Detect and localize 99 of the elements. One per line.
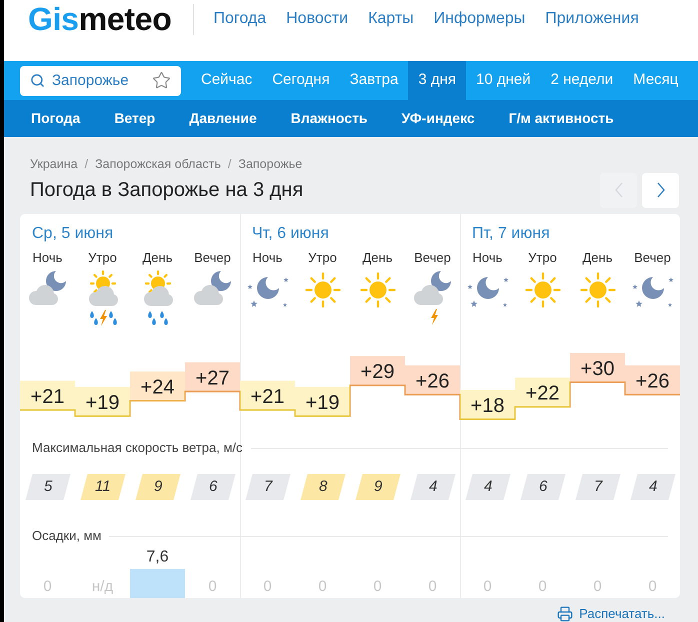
period-label: Утро: [88, 250, 117, 266]
breadcrumb-separator: /: [228, 157, 232, 171]
printer-icon: [557, 606, 574, 622]
precipitation-value: 0: [648, 578, 657, 595]
nav-link[interactable]: Карты: [368, 9, 414, 29]
temperature-bar: [625, 365, 680, 396]
temperature-bar: [75, 386, 130, 417]
subnav-link[interactable]: Влажность: [274, 108, 385, 129]
wind-speed-tile: 9: [355, 474, 400, 500]
logo[interactable]: Gismeteo: [28, 3, 172, 35]
precipitation-value: н/д: [92, 578, 114, 595]
print-link[interactable]: Распечатать...: [557, 606, 665, 622]
period-label: Утро: [528, 250, 557, 266]
forecast-tab[interactable]: Сейчас: [191, 61, 262, 100]
temperature-bar: [295, 386, 350, 417]
precipitation-value: 0: [43, 578, 52, 595]
forecast-tab[interactable]: 2 недели: [540, 61, 624, 100]
wind-speed-tile: 7: [575, 474, 620, 500]
forecast-tab[interactable]: 3 дня: [408, 61, 466, 100]
nav-link[interactable]: Информеры: [434, 9, 526, 29]
temperature-value: +22: [526, 382, 560, 405]
breadcrumb-separator: /: [84, 157, 88, 171]
next-button[interactable]: [642, 172, 679, 208]
precipitation-value: 0: [483, 578, 492, 595]
subnav-link[interactable]: Погода: [14, 108, 98, 129]
temperature-bar: [130, 372, 185, 402]
chevron-left-icon: [614, 182, 622, 198]
precipitation-value: 0: [208, 578, 217, 595]
precipitation-title: Осадки, мм: [32, 528, 102, 544]
wind-speed-title: Максимальная скорость ветра, м/с: [32, 440, 242, 456]
subnav-link[interactable]: Г/м активность: [492, 108, 631, 129]
precipitation-value: 0: [318, 578, 327, 595]
wind-speed-tile: 5: [25, 474, 70, 500]
precipitation-value: 0: [373, 578, 382, 595]
search-field[interactable]: Запорожье: [20, 66, 181, 96]
period-label: Утро: [308, 250, 337, 266]
temperature-value: +26: [636, 370, 670, 392]
temperature-value: +30: [580, 358, 614, 380]
day-date: Чт, 6 июня: [252, 225, 329, 242]
wind-speed-tile: 8: [300, 474, 345, 500]
temperature-value: +21: [30, 386, 64, 408]
star-icon[interactable]: [152, 71, 171, 90]
temperature-bar: [460, 390, 515, 420]
temperature-value: +19: [86, 392, 120, 414]
wind-speed-tile: 4: [630, 474, 675, 500]
page-title: Погода в Запорожье на 3 дня: [30, 178, 304, 202]
temperature-value: +18: [470, 395, 504, 417]
wind-speed-tile: 6: [190, 474, 235, 500]
breadcrumb-link[interactable]: Украина: [30, 157, 78, 171]
temperature-bar: [185, 362, 240, 392]
day-date: Пт, 7 июня: [472, 225, 550, 242]
temperature-bar: [20, 380, 75, 411]
period-label: Вечер: [194, 250, 231, 266]
precipitation-value: 0: [538, 578, 547, 595]
period-label: Вечер: [634, 250, 671, 266]
forecast-tab[interactable]: Месяц: [623, 61, 688, 100]
day-date: Ср, 5 июня: [32, 225, 114, 242]
wind-speed-tile: 6: [520, 474, 565, 500]
search-icon: [30, 73, 45, 88]
period-label: День: [362, 250, 392, 266]
breadcrumb-link[interactable]: Запорожская область: [95, 157, 221, 171]
wind-speed-tile: 4: [410, 474, 455, 500]
nav-link[interactable]: Погода: [213, 9, 266, 29]
temperature-value: +29: [360, 361, 394, 384]
period-label: Вечер: [414, 250, 451, 266]
period-label: День: [582, 250, 612, 266]
forecast-tab[interactable]: 10 дней: [466, 61, 541, 100]
subnav-link[interactable]: Давление: [172, 108, 274, 129]
period-label: Ночь: [472, 250, 502, 266]
precipitation-bar: [130, 569, 185, 598]
precipitation-value: 0: [428, 578, 437, 595]
temperature-value: +19: [306, 392, 340, 414]
temperature-bar: [350, 356, 405, 386]
nav-link[interactable]: Приложения: [545, 9, 639, 29]
temperature-value: +27: [196, 367, 230, 390]
subnav-link[interactable]: Ветер: [97, 108, 172, 129]
breadcrumb-link[interactable]: Запорожье: [238, 157, 302, 171]
precipitation-value: 0: [593, 578, 602, 595]
temperature-value: +26: [416, 370, 450, 392]
chevron-right-icon: [656, 182, 664, 198]
temperature-bar: [570, 353, 625, 383]
subnav-link[interactable]: УФ-индекс: [384, 108, 492, 129]
wind-speed-tile: 11: [80, 474, 125, 500]
precipitation-value: 0: [263, 578, 272, 595]
period-label: Ночь: [32, 250, 62, 266]
temperature-bar: [405, 365, 460, 396]
temperature-value: +21: [250, 386, 284, 408]
temperature-bar: [515, 378, 570, 408]
period-label: День: [142, 250, 172, 266]
forecast-tab[interactable]: Сегодня: [262, 61, 340, 100]
wind-speed-tile: 4: [465, 474, 510, 500]
temperature-value: +24: [140, 376, 174, 398]
wind-speed-tile: 7: [245, 474, 290, 500]
temperature-bar: [240, 380, 295, 411]
precipitation-value: 7,6: [146, 548, 169, 566]
wind-speed-tile: 9: [135, 474, 180, 500]
forecast-tab[interactable]: Завтра: [340, 61, 408, 100]
nav-link[interactable]: Новости: [286, 9, 348, 29]
period-label: Ночь: [252, 250, 282, 266]
